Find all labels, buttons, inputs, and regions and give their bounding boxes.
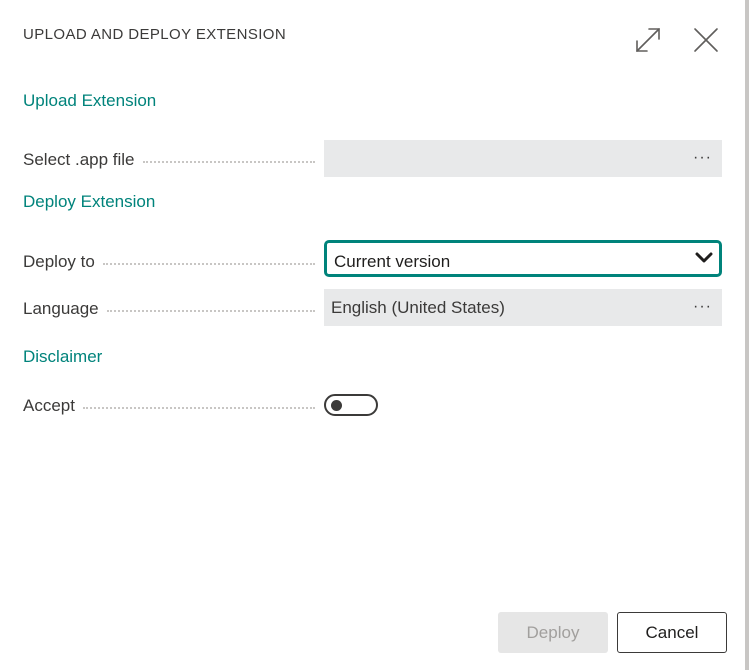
deploy-button[interactable]: Deploy (498, 612, 608, 653)
deploy-to-select[interactable]: Current version (324, 240, 722, 277)
language-lookup-button[interactable]: ··· (693, 298, 712, 316)
expand-icon (636, 28, 660, 52)
leader-dots (82, 407, 315, 409)
window-edge (745, 0, 749, 670)
accept-toggle[interactable] (324, 394, 378, 416)
leader-dots (142, 161, 315, 163)
language-label-text: Language (23, 299, 99, 318)
section-disclaimer: Disclaimer (23, 347, 103, 366)
leader-dots (102, 263, 315, 265)
section-deploy-extension: Deploy Extension (23, 192, 156, 211)
dialog-title: UPLOAD AND DEPLOY EXTENSION (23, 26, 287, 43)
select-app-file-label-text: Select .app file (23, 150, 135, 169)
toggle-knob (331, 400, 342, 411)
close-icon (694, 28, 718, 52)
language-label: Language (23, 298, 315, 320)
select-app-file-input[interactable]: ··· (324, 140, 722, 177)
accept-label-text: Accept (23, 396, 75, 415)
select-app-file-browse-button[interactable]: ··· (693, 149, 712, 167)
language-input[interactable]: English (United States) ··· (324, 289, 722, 326)
deploy-to-label-text: Deploy to (23, 252, 95, 271)
select-app-file-label: Select .app file (23, 149, 315, 171)
language-value: English (United States) (331, 298, 505, 317)
close-button[interactable] (690, 24, 722, 56)
section-upload-extension: Upload Extension (23, 91, 157, 110)
accept-label: Accept (23, 395, 315, 417)
deploy-to-value: Current version (334, 252, 451, 271)
deploy-to-label: Deploy to (23, 251, 315, 273)
leader-dots (106, 310, 315, 312)
chevron-down-icon (695, 252, 713, 263)
cancel-button[interactable]: Cancel (617, 612, 727, 653)
expand-button[interactable] (632, 24, 664, 56)
